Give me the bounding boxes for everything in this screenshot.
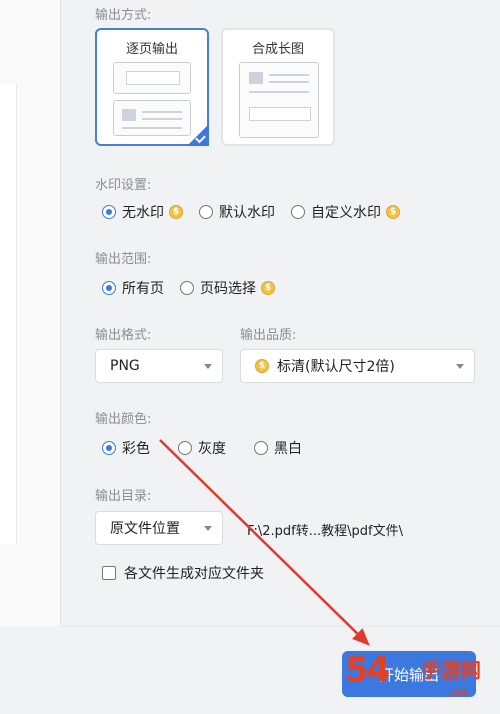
annotation-arrow-icon [159,439,370,646]
